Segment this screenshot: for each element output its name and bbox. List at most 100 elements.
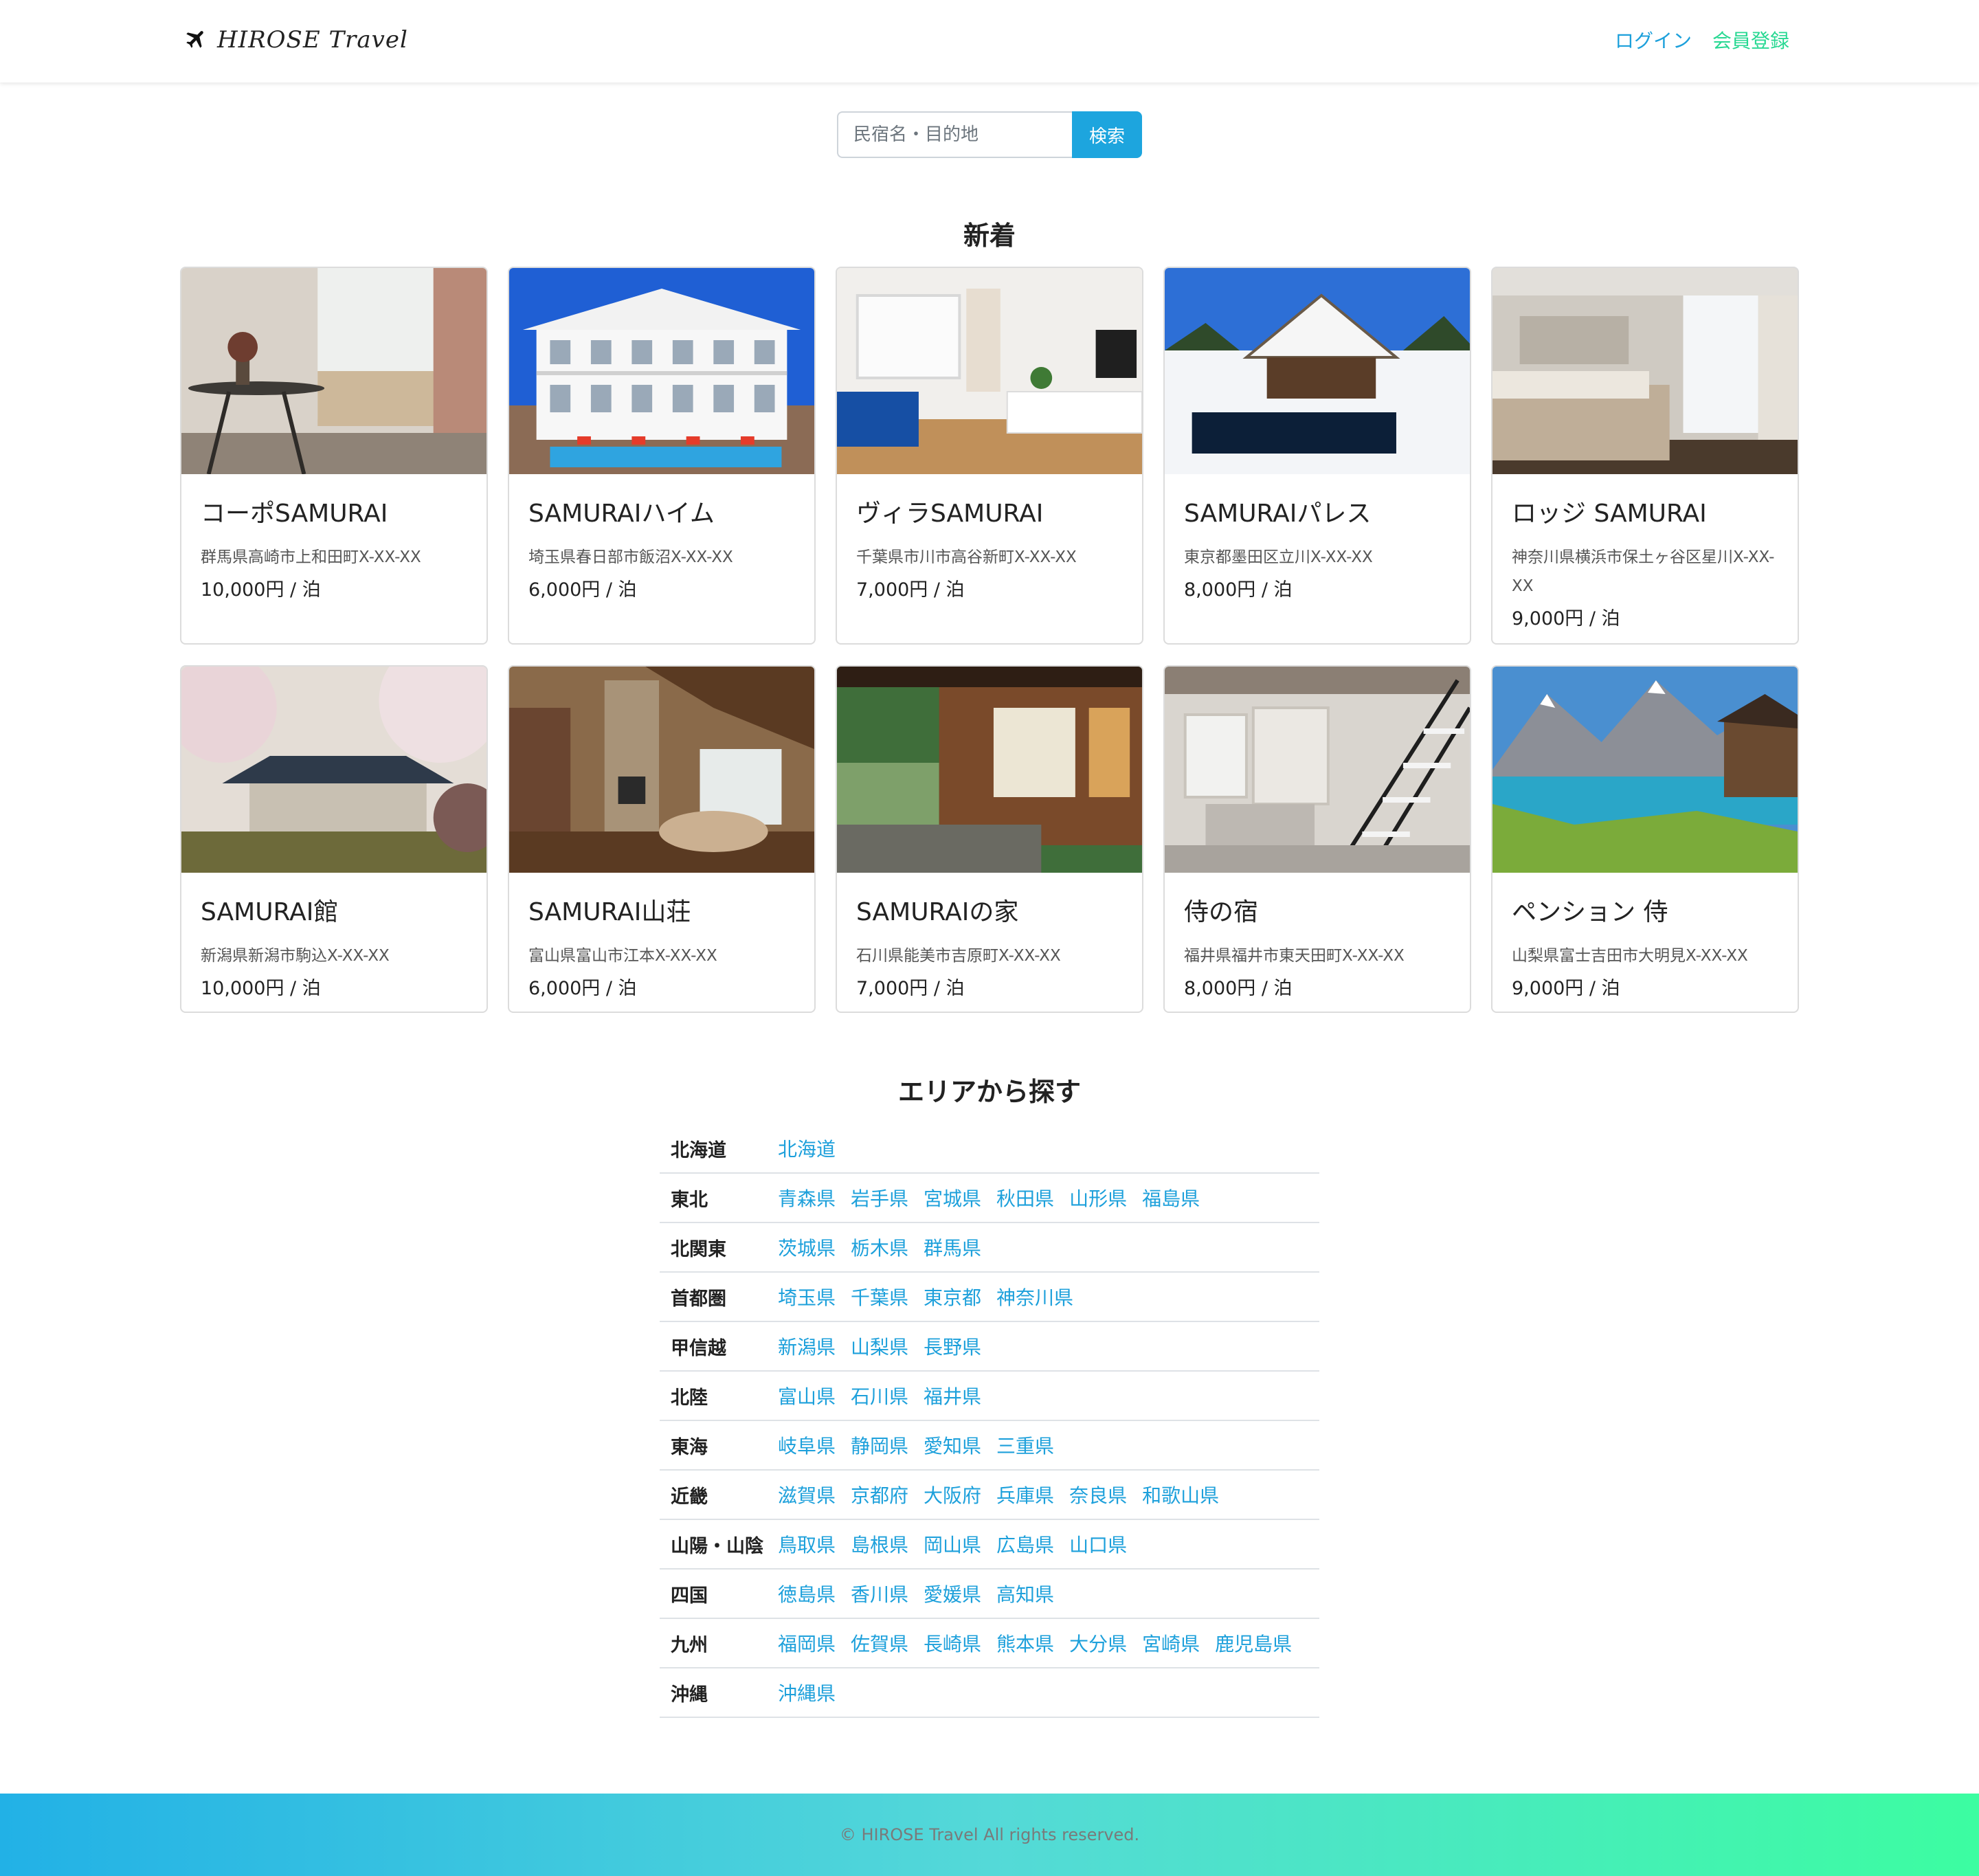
listing-card[interactable]: ロッジ SAMURAI 神奈川県横浜市保土ヶ谷区星川X-XX-XX 9,000円… <box>1491 267 1799 645</box>
prefecture-link[interactable]: 鹿児島県 <box>1215 1629 1292 1657</box>
prefecture-link[interactable]: 岡山県 <box>924 1530 981 1558</box>
listing-price: 6,000円 / 泊 <box>528 579 637 601</box>
listing-name: ロッジ SAMURAI <box>1512 500 1707 528</box>
prefecture-link[interactable]: 大分県 <box>1069 1629 1127 1657</box>
listing-card[interactable]: 侍の宿 福井県福井市東天田町X-XX-XX 8,000円 / 泊 <box>1163 665 1471 1013</box>
prefecture-link[interactable]: 神奈川県 <box>996 1283 1073 1310</box>
listing-price: 9,000円 / 泊 <box>1512 978 1620 999</box>
signup-link[interactable]: 会員登録 <box>1712 26 1789 54</box>
listing-price: 9,000円 / 泊 <box>1512 608 1620 629</box>
area-prefecture-list: 沖縄県 <box>778 1679 836 1706</box>
prefecture-link[interactable]: 埼玉県 <box>778 1283 836 1310</box>
area-row: 北関東 茨城県 栃木県 群馬県 <box>660 1223 1319 1273</box>
prefecture-link[interactable]: 新潟県 <box>778 1332 836 1360</box>
listing-card[interactable]: SAMURAI山荘 富山県富山市江本X-XX-XX 6,000円 / 泊 <box>508 665 816 1013</box>
listing-photo-room-with-window-view <box>181 268 487 474</box>
prefecture-link[interactable]: 滋賀県 <box>778 1481 836 1508</box>
prefecture-link[interactable]: 山梨県 <box>851 1332 908 1360</box>
listing-card[interactable]: ペンション 侍 山梨県富士吉田市大明見X-XX-XX 9,000円 / 泊 <box>1491 665 1799 1013</box>
search-input[interactable] <box>837 111 1072 158</box>
area-region-label: 九州 <box>671 1634 708 1656</box>
area-region-label: 四国 <box>671 1585 708 1607</box>
listing-photo-snowy-thatched-house <box>1165 268 1470 474</box>
prefecture-link[interactable]: 高知県 <box>996 1580 1054 1607</box>
prefecture-link[interactable]: 秋田県 <box>996 1184 1054 1211</box>
area-prefecture-list: 北海道 <box>778 1135 836 1162</box>
prefecture-link[interactable]: 北海道 <box>778 1135 836 1162</box>
listing-card[interactable]: SAMURAIの家 石川県能美市吉原町X-XX-XX 7,000円 / 泊 <box>836 665 1143 1013</box>
area-region-label: 甲信越 <box>671 1337 726 1359</box>
listing-card[interactable]: SAMURAIハイム 埼玉県春日部市飯沼X-XX-XX 6,000円 / 泊 <box>508 267 816 645</box>
prefecture-link[interactable]: 鳥取県 <box>778 1530 836 1558</box>
prefecture-link[interactable]: 宮城県 <box>924 1184 981 1211</box>
prefecture-link[interactable]: 佐賀県 <box>851 1629 908 1657</box>
prefecture-link[interactable]: 栃木県 <box>851 1233 908 1261</box>
prefecture-link[interactable]: 茨城県 <box>778 1233 836 1261</box>
area-region-label: 山陽・山陰 <box>671 1535 763 1557</box>
prefecture-link[interactable]: 宮崎県 <box>1142 1629 1200 1657</box>
prefecture-link[interactable]: 徳島県 <box>778 1580 836 1607</box>
logo-text: HIROSE Travel <box>217 26 408 54</box>
area-prefecture-list: 滋賀県 京都府 大阪府 兵庫県 奈良県 和歌山県 <box>778 1481 1219 1508</box>
listing-address: 神奈川県横浜市保土ヶ谷区星川X-XX-XX <box>1512 548 1775 595</box>
prefecture-link[interactable]: 岩手県 <box>851 1184 908 1211</box>
prefecture-link[interactable]: 青森県 <box>778 1184 836 1211</box>
prefecture-link[interactable]: 奈良県 <box>1069 1481 1127 1508</box>
area-region-label: 首都圏 <box>671 1288 726 1310</box>
area-region-label: 沖縄 <box>671 1684 708 1706</box>
prefecture-link[interactable]: 福岡県 <box>778 1629 836 1657</box>
listing-card[interactable]: ヴィラSAMURAI 千葉県市川市高谷新町X-XX-XX 7,000円 / 泊 <box>836 267 1143 645</box>
area-row: 山陽・山陰 鳥取県 島根県 岡山県 広島県 山口県 <box>660 1520 1319 1570</box>
listing-price: 7,000円 / 泊 <box>856 978 965 999</box>
site-footer: © HIROSE Travel All rights reserved. <box>0 1794 1979 1876</box>
search-button[interactable]: 検索 <box>1072 111 1142 158</box>
prefecture-link[interactable]: 石川県 <box>851 1382 908 1409</box>
prefecture-link[interactable]: 福井県 <box>924 1382 981 1409</box>
listing-price: 8,000円 / 泊 <box>1184 978 1293 999</box>
prefecture-link[interactable]: 千葉県 <box>851 1283 908 1310</box>
listing-price: 6,000円 / 泊 <box>528 978 637 999</box>
prefecture-link[interactable]: 大阪府 <box>924 1481 981 1508</box>
listing-photo-loft-with-staircase <box>1165 667 1470 873</box>
area-region-label: 東北 <box>671 1189 708 1211</box>
listing-name: SAMURAIハイム <box>528 500 715 528</box>
prefecture-link[interactable]: 静岡県 <box>851 1431 908 1459</box>
prefecture-link[interactable]: 長崎県 <box>924 1629 981 1657</box>
prefecture-link[interactable]: 群馬県 <box>924 1233 981 1261</box>
listing-name: SAMURAIパレス <box>1184 500 1372 528</box>
area-prefecture-list: 岐阜県 静岡県 愛知県 三重県 <box>778 1431 1054 1459</box>
prefecture-link[interactable]: 山形県 <box>1069 1184 1127 1211</box>
prefecture-link[interactable]: 和歌山県 <box>1142 1481 1219 1508</box>
listing-name: ペンション 侍 <box>1512 898 1668 926</box>
login-link[interactable]: ログイン <box>1615 26 1692 54</box>
prefecture-link[interactable]: 三重県 <box>996 1431 1054 1459</box>
airplane-icon <box>186 31 203 48</box>
area-row: 北海道 北海道 <box>660 1124 1319 1174</box>
prefecture-link[interactable]: 東京都 <box>924 1283 981 1310</box>
prefecture-link[interactable]: 長野県 <box>924 1332 981 1360</box>
listing-card[interactable]: SAMURAI館 新潟県新潟市駒込X-XX-XX 10,000円 / 泊 <box>180 665 488 1013</box>
prefecture-link[interactable]: 富山県 <box>778 1382 836 1409</box>
listing-name: 侍の宿 <box>1184 898 1259 926</box>
prefecture-link[interactable]: 愛知県 <box>924 1431 981 1459</box>
prefecture-link[interactable]: 山口県 <box>1069 1530 1127 1558</box>
prefecture-link[interactable]: 岐阜県 <box>778 1431 836 1459</box>
listing-photo-bright-living-room <box>837 268 1142 474</box>
prefecture-link[interactable]: 京都府 <box>851 1481 908 1508</box>
prefecture-link[interactable]: 島根県 <box>851 1530 908 1558</box>
prefecture-link[interactable]: 兵庫県 <box>996 1481 1054 1508</box>
area-prefecture-list: 福岡県 佐賀県 長崎県 熊本県 大分県 宮崎県 鹿児島県 <box>778 1629 1292 1657</box>
prefecture-link[interactable]: 香川県 <box>851 1580 908 1607</box>
listing-card[interactable]: コーポSAMURAI 群馬県高崎市上和田町X-XX-XX 10,000円 / 泊 <box>180 267 488 645</box>
area-table: 北海道 北海道東北 青森県 岩手県 宮城県 秋田県 山形県 福島県北関東 茨城県 栃木県 群馬県首都… <box>660 1124 1319 1718</box>
prefecture-link[interactable]: 福島県 <box>1142 1184 1200 1211</box>
listing-card[interactable]: SAMURAIパレス 東京都墨田区立川X-XX-XX 8,000円 / 泊 <box>1163 267 1471 645</box>
site-logo[interactable]: HIROSE Travel <box>183 23 408 56</box>
prefecture-link[interactable]: 愛媛県 <box>924 1580 981 1607</box>
prefecture-link[interactable]: 沖縄県 <box>778 1679 836 1706</box>
listing-address: 新潟県新潟市駒込X-XX-XX <box>201 947 390 965</box>
area-row: 沖縄 沖縄県 <box>660 1668 1319 1718</box>
area-row: 甲信越 新潟県 山梨県 長野県 <box>660 1322 1319 1372</box>
prefecture-link[interactable]: 熊本県 <box>996 1629 1054 1657</box>
prefecture-link[interactable]: 広島県 <box>996 1530 1054 1558</box>
